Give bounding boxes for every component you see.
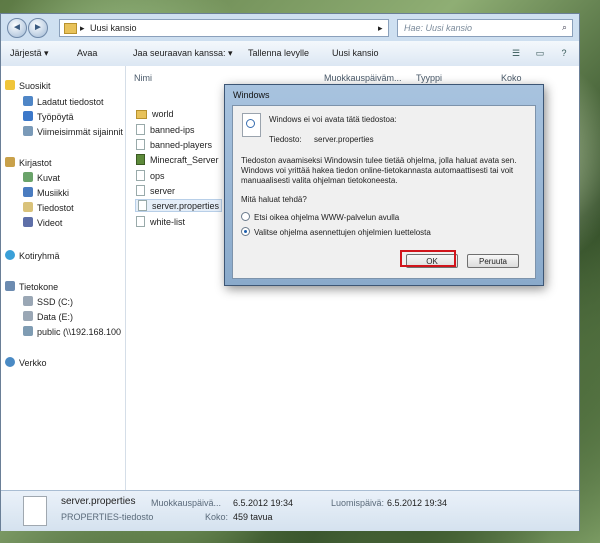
- network-icon: [5, 357, 15, 367]
- cancel-button[interactable]: Peruuta: [467, 254, 519, 268]
- file-row-banned-ips[interactable]: banned-ips: [136, 124, 195, 135]
- file-row-server[interactable]: server: [136, 185, 175, 196]
- dialog-file-label: Tiedosto:: [269, 135, 302, 144]
- documents-icon: [23, 202, 33, 212]
- computer-icon: [5, 281, 15, 291]
- share-with-button[interactable]: Jaa seuraavan kanssa: ▾: [133, 48, 233, 59]
- music-icon: [23, 187, 33, 197]
- file-icon: [136, 170, 145, 181]
- column-header-name[interactable]: Nimi: [134, 73, 152, 83]
- file-row-server-properties[interactable]: server.properties: [134, 199, 223, 212]
- dialog-question: Mitä haluat tehdä?: [241, 195, 307, 204]
- help-icon[interactable]: ?: [557, 46, 571, 60]
- preview-pane-icon[interactable]: ▭: [533, 46, 547, 60]
- nav-item-network-drive[interactable]: public (\\192.168.100: [23, 326, 121, 337]
- column-header-type[interactable]: Tyyppi: [416, 73, 442, 83]
- nav-network[interactable]: Verkko: [5, 357, 47, 368]
- file-row-white-list[interactable]: white-list: [136, 216, 185, 227]
- videos-icon: [23, 217, 33, 227]
- nav-item-pictures[interactable]: Kuvat: [23, 172, 60, 183]
- file-icon: [23, 496, 47, 526]
- nav-favorites[interactable]: Suosikit: [5, 80, 51, 91]
- radio-selected-icon: [241, 227, 250, 236]
- ok-highlight-frame: [400, 250, 456, 267]
- breadcrumb-separator: ▸: [80, 23, 85, 33]
- column-header-size[interactable]: Koko: [501, 73, 522, 83]
- radio-web-service[interactable]: Etsi oikea ohjelma WWW-palvelun avulla: [241, 212, 399, 222]
- open-with-dialog: Windows Windows ei voi avata tätä tiedos…: [224, 84, 544, 286]
- file-row-ops[interactable]: ops: [136, 170, 165, 181]
- back-button[interactable]: ◄: [7, 18, 27, 38]
- desktop-icon: [23, 111, 33, 121]
- pictures-icon: [23, 172, 33, 182]
- details-filetype: PROPERTIES-tiedosto: [61, 512, 154, 522]
- forward-button[interactable]: ►: [28, 18, 48, 38]
- dialog-heading: Windows ei voi avata tätä tiedostoa:: [269, 115, 397, 124]
- library-icon: [5, 157, 15, 167]
- downloads-icon: [23, 96, 33, 106]
- breadcrumb-current[interactable]: Uusi kansio: [90, 23, 137, 33]
- details-modified-value: 6.5.2012 19:34: [233, 498, 294, 508]
- search-input[interactable]: Hae: Uusi kansio ⌕: [397, 19, 573, 37]
- details-size-value: 459 tavua: [233, 512, 273, 522]
- nav-computer[interactable]: Tietokone: [5, 281, 58, 292]
- nav-item-documents[interactable]: Tiedostot: [23, 202, 74, 213]
- file-row-world[interactable]: world: [136, 109, 174, 119]
- navigation-pane: Suosikit Ladatut tiedostot Työpöytä Viim…: [1, 66, 126, 490]
- recent-places-icon: [23, 126, 33, 136]
- nav-homegroup[interactable]: Kotiryhmä: [5, 250, 60, 261]
- file-icon: [136, 139, 145, 150]
- address-bar[interactable]: ▸ Uusi kansio ▸: [59, 19, 389, 37]
- view-options-icon[interactable]: ☰: [509, 46, 523, 60]
- file-icon: [136, 216, 145, 227]
- minecraft-icon: [136, 154, 145, 165]
- dialog-title: Windows: [233, 90, 270, 100]
- homegroup-icon: [5, 250, 15, 260]
- star-icon: [5, 80, 15, 90]
- open-button[interactable]: Avaa: [77, 48, 97, 58]
- dialog-body: Windows ei voi avata tätä tiedostoa: Tie…: [232, 105, 536, 279]
- nav-item-music[interactable]: Musiikki: [23, 187, 69, 198]
- details-created-value: 6.5.2012 19:34: [387, 498, 448, 508]
- dialog-file-value: server.properties: [314, 135, 374, 144]
- network-drive-icon: [23, 326, 33, 336]
- details-size-label: Koko:: [205, 512, 229, 522]
- file-icon: [136, 124, 145, 135]
- column-header-modified[interactable]: Muokkauspäiväm...: [324, 73, 402, 83]
- file-icon: [138, 200, 147, 211]
- folder-icon: [64, 23, 77, 34]
- drive-icon: [23, 296, 33, 306]
- file-row-banned-players[interactable]: banned-players: [136, 139, 212, 150]
- details-modified-label: Muokkauspäivä...: [151, 498, 222, 508]
- dialog-info-line: Tiedoston avaamiseksi Windowsin tulee ti…: [241, 156, 517, 165]
- search-placeholder: Hae: Uusi kansio: [404, 23, 473, 33]
- nav-item-drive-c[interactable]: SSD (C:): [23, 296, 73, 307]
- command-bar: Järjestä ▾ Avaa Jaa seuraavan kanssa: ▾ …: [1, 41, 579, 67]
- drive-icon: [23, 311, 33, 321]
- breadcrumb-dropdown[interactable]: ▸: [378, 23, 383, 34]
- new-folder-button[interactable]: Uusi kansio: [332, 48, 379, 58]
- dialog-info-line: Windows voi yrittää hakea tiedon online-…: [241, 166, 514, 175]
- radio-installed-programs[interactable]: Valitse ohjelma asennettujen ohjelmien l…: [241, 227, 431, 237]
- nav-item-recent[interactable]: Viimeisimmät sijainnit: [23, 126, 123, 137]
- nav-libraries[interactable]: Kirjastot: [5, 157, 52, 168]
- file-icon: [136, 185, 145, 196]
- details-filename: server.properties: [61, 496, 136, 507]
- nav-item-videos[interactable]: Videot: [23, 217, 62, 228]
- nav-item-desktop[interactable]: Työpöytä: [23, 111, 74, 122]
- nav-item-downloads[interactable]: Ladatut tiedostot: [23, 96, 104, 107]
- folder-icon: [136, 110, 147, 119]
- address-row: ◄ ► ▸ Uusi kansio ▸ Hae: Uusi kansio ⌕: [1, 14, 579, 41]
- details-pane: server.properties PROPERTIES-tiedosto Mu…: [1, 490, 579, 531]
- radio-icon: [241, 212, 250, 221]
- details-created-label: Luomispäivä:: [331, 498, 385, 508]
- file-row-minecraft-server[interactable]: Minecraft_Server: [136, 154, 219, 165]
- nav-item-drive-e[interactable]: Data (E:): [23, 311, 73, 322]
- search-icon: ⌕: [561, 22, 567, 32]
- dialog-info-line: manuaalisesti valita ohjelman tietokonee…: [241, 176, 398, 185]
- file-search-icon: [242, 113, 261, 137]
- organize-button[interactable]: Järjestä ▾: [10, 48, 49, 59]
- burn-button[interactable]: Tallenna levylle: [248, 48, 309, 58]
